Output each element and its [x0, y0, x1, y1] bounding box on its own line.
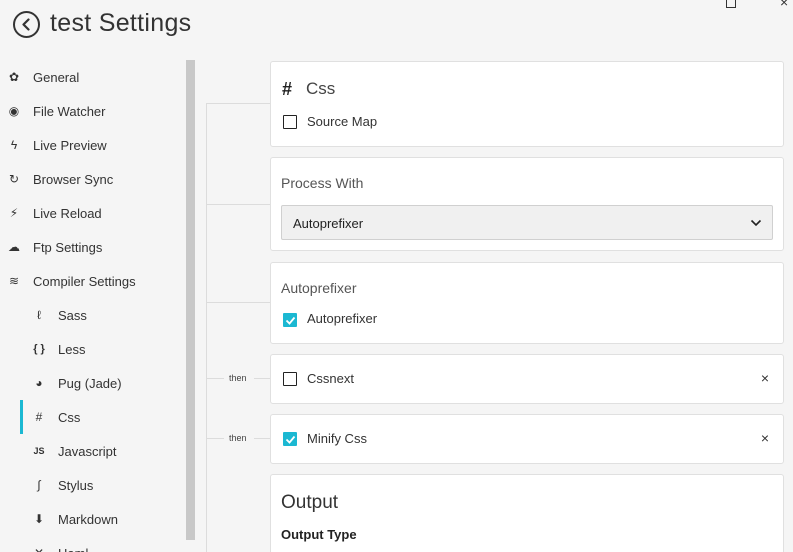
process-with-card: Process With Autoprefixer [270, 157, 784, 251]
sidebar-item-javascript[interactable]: JS Javascript [0, 434, 186, 468]
chevron-down-icon [750, 219, 762, 227]
remove-cssnext-button[interactable]: × [761, 370, 769, 386]
gear-icon: ✿ [8, 70, 20, 84]
autoprefixer-card: Autoprefixer Autoprefixer [270, 262, 784, 344]
output-card: Output Output Type [270, 474, 784, 552]
output-type-label: Output Type [281, 527, 357, 542]
sidebar-item-general[interactable]: ✿ General [0, 60, 186, 94]
bolt-icon: ϟ [10, 138, 18, 152]
connector-css [206, 103, 270, 104]
sidebar-item-label: Live Reload [33, 205, 102, 221]
close-window-button[interactable]: × [780, 0, 788, 10]
cssnext-card: Cssnext × [270, 354, 784, 404]
sidebar-item-label: Css [58, 409, 81, 425]
sidebar-item-label: Javascript [58, 443, 117, 459]
cloud-upload-icon: ☁ [8, 240, 20, 254]
sidebar-scrollbar[interactable] [186, 60, 195, 540]
connector-autoprefixer [206, 302, 270, 303]
haml-icon: ✕ [31, 546, 47, 552]
sidebar-item-label: Markdown [58, 511, 118, 527]
sidebar-item-label: Live Preview [33, 137, 107, 153]
process-with-value: Autoprefixer [293, 216, 364, 231]
sidebar-item-ftp-settings[interactable]: ☁ Ftp Settings [0, 230, 186, 264]
page-title: test Settings [50, 9, 192, 37]
cssnext-label: Cssnext [307, 371, 354, 386]
sidebar-item-markdown[interactable]: ⬇ Markdown [0, 502, 186, 536]
source-map-label: Source Map [307, 114, 378, 129]
css-card: # Css Source Map [270, 61, 784, 147]
title-bar: test Settings × [0, 0, 793, 52]
sidebar-item-label: Pug (Jade) [58, 375, 122, 391]
checkmark-icon [285, 316, 296, 325]
pug-icon: ◕ [35, 376, 43, 390]
magic-wand-icon: ⚡ [9, 206, 19, 220]
maximize-button[interactable] [726, 0, 736, 8]
sidebar-item-compiler-settings[interactable]: ≋ Compiler Settings [0, 264, 186, 298]
minify-css-label: Minify Css [307, 431, 367, 446]
sidebar-item-label: Ftp Settings [33, 239, 103, 255]
sidebar-item-haml[interactable]: ✕ Haml [0, 536, 186, 552]
sidebar-item-live-preview[interactable]: ϟ Live Preview [0, 128, 186, 162]
then-label-minify: then [229, 433, 247, 443]
connector-process [206, 204, 270, 205]
sidebar-item-sass[interactable]: ℓ Sass [0, 298, 186, 332]
connector-minify-left [206, 438, 224, 439]
connector-cssnext-right [254, 378, 270, 379]
sidebar-item-less[interactable]: { } Less [0, 332, 186, 366]
sass-icon: ℓ [37, 308, 41, 322]
sync-icon: ↻ [8, 172, 20, 186]
settings-window: test Settings × ✿ General ◉ File Watcher ϟ Li… [0, 0, 793, 552]
sidebar-item-label: Less [58, 341, 86, 357]
sidebar-item-label: Haml [58, 546, 88, 552]
source-map-checkbox[interactable] [283, 115, 297, 129]
sidebar-item-file-watcher[interactable]: ◉ File Watcher [0, 94, 186, 128]
sidebar-item-label: Compiler Settings [33, 273, 136, 289]
autoprefixer-checkbox[interactable] [283, 313, 297, 327]
stylus-icon: ∫ [37, 478, 41, 492]
remove-minify-css-button[interactable]: × [761, 430, 769, 446]
sidebar-item-label: Sass [58, 307, 87, 323]
css-card-title: Css [306, 79, 336, 98]
minify-css-checkbox[interactable] [283, 432, 297, 446]
js-icon: JS [33, 446, 45, 456]
braces-icon: { } [33, 343, 45, 355]
sidebar: ✿ General ◉ File Watcher ϟ Live Preview ↻ Brows… [0, 60, 186, 552]
sidebar-item-browser-sync[interactable]: ↻ Browser Sync [0, 162, 186, 196]
hash-icon: # [35, 410, 43, 424]
eye-icon: ◉ [8, 104, 20, 118]
markdown-icon: ⬇ [33, 512, 45, 526]
output-title: Output [281, 492, 339, 513]
sidebar-item-css[interactable]: # Css [0, 400, 186, 434]
cssnext-checkbox[interactable] [283, 372, 297, 386]
connector-cssnext-left [206, 378, 224, 379]
sidebar-item-stylus[interactable]: ∫ Stylus [0, 468, 186, 502]
sidebar-item-pug-jade[interactable]: ◕ Pug (Jade) [0, 366, 186, 400]
minify-css-card: Minify Css × [270, 414, 784, 464]
connector-minify-right [254, 438, 270, 439]
chain-connector-line [206, 103, 207, 552]
layers-icon: ≋ [8, 274, 20, 288]
process-with-select[interactable]: Autoprefixer [281, 205, 773, 240]
process-with-heading: Process With [281, 175, 364, 191]
active-indicator [20, 400, 23, 434]
sidebar-item-label: Browser Sync [33, 171, 114, 187]
sidebar-item-label: General [33, 69, 80, 85]
sidebar-item-label: Stylus [58, 477, 94, 493]
autoprefixer-heading: Autoprefixer [281, 280, 357, 296]
hash-icon: # [282, 79, 293, 99]
sidebar-item-label: File Watcher [33, 103, 106, 119]
then-label-cssnext: then [229, 373, 247, 383]
back-button[interactable] [13, 11, 40, 38]
checkmark-icon [285, 435, 296, 444]
autoprefixer-checkbox-label: Autoprefixer [307, 311, 378, 326]
chevron-left-icon [22, 18, 30, 31]
sidebar-item-live-reload[interactable]: ⚡ Live Reload [0, 196, 186, 230]
